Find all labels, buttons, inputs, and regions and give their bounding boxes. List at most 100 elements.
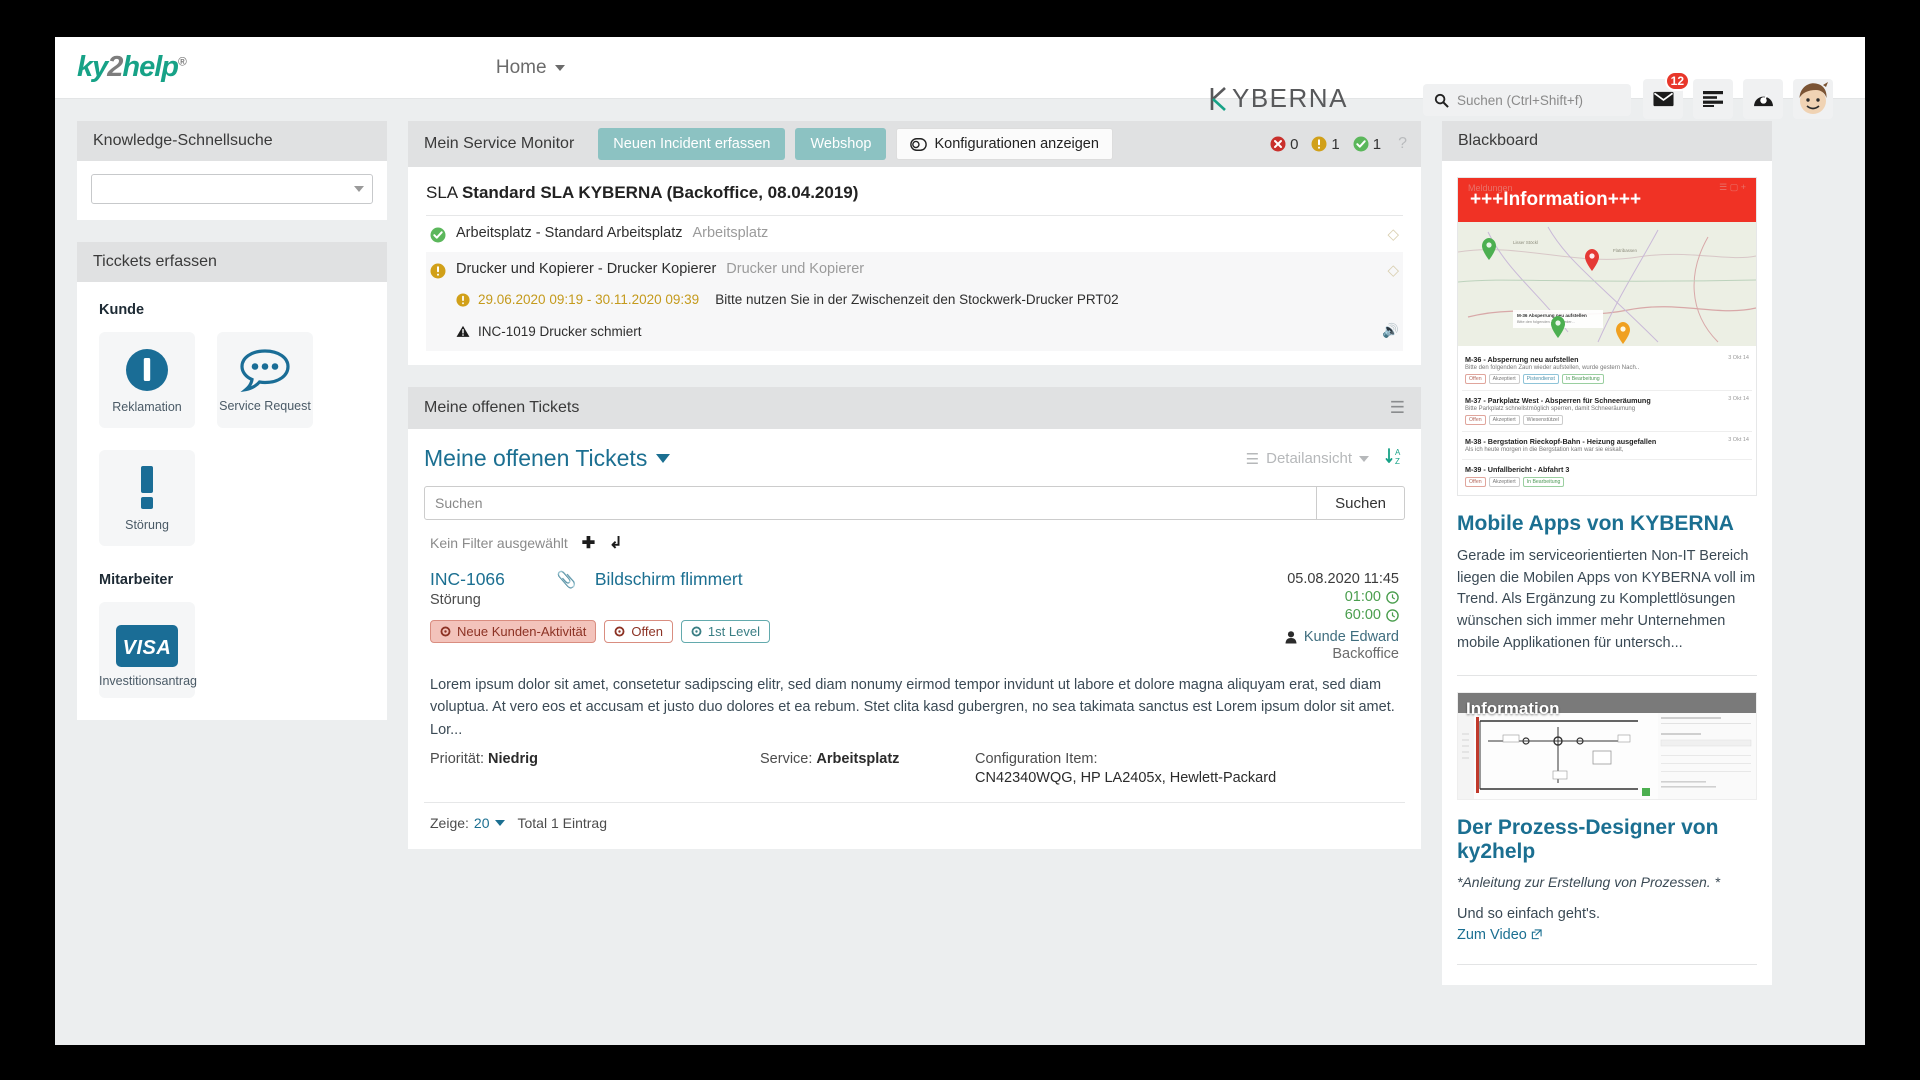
svg-text:M-36 Absperrung neu aufstellen: M-36 Absperrung neu aufstellen (1517, 313, 1587, 318)
dashboard-button[interactable] (1743, 79, 1783, 119)
counter-error[interactable]: 0 (1270, 136, 1298, 153)
detail-view-selector[interactable]: ☰ Detailansicht (1246, 450, 1369, 468)
list-item-chip: Wiesenstützel (1522, 415, 1563, 425)
user-avatar[interactable] (1793, 79, 1833, 119)
list-item-chip: Pistendienst (1522, 374, 1559, 384)
knowledge-panel-header: Knowledge-Schnellsuche (77, 121, 387, 161)
nav-home[interactable]: Home (496, 57, 565, 79)
webshop-button[interactable]: Webshop (795, 128, 887, 160)
blackboard-post2-title[interactable]: Der Prozess-Designer von ky2help (1457, 816, 1757, 866)
list-options-icon[interactable]: ☰ (1390, 398, 1405, 418)
clock-icon (1386, 590, 1399, 604)
ticket-date: 05.08.2020 11:45 (1287, 571, 1399, 587)
sla-title: SLA Standard SLA KYBERNA (Backoffice, 08… (426, 183, 1403, 216)
group-label-kunde: Kunde (99, 302, 145, 318)
sort-az-icon: A Z (1385, 448, 1401, 466)
blackboard-post2-italic: *Anleitung zur Erstellung von Prozessen.… (1457, 874, 1721, 891)
ticket-main: INC-1066 📎 Bildschirm flimmert Störung N… (430, 569, 1149, 662)
tile-stoerung[interactable]: Störung (99, 450, 195, 546)
apply-filter-icon[interactable]: ↲ (609, 533, 622, 553)
list-item-subtitle: Als ich heute morgen in die Bergstation … (1465, 447, 1624, 453)
information-banner-text: +++Information+++ (1470, 189, 1642, 210)
list-item-chip: Akzeptiert (1488, 415, 1520, 425)
sla-subrow-incident[interactable]: INC-1019 Drucker schmiert 🔊 (430, 320, 1399, 342)
sla-name: Standard SLA KYBERNA (Backoffice, 08.04.… (461, 183, 859, 202)
blackboard-post1-title[interactable]: Mobile Apps von KYBERNA (1457, 512, 1757, 537)
tasklist-button[interactable] (1693, 79, 1733, 119)
svg-text:A: A (1395, 448, 1401, 457)
knowledge-search-select[interactable] (91, 174, 373, 204)
knowledge-panel-title: Knowledge-Schnellsuche (93, 132, 273, 149)
show-configurations-button[interactable]: Konfigurationen anzeigen (896, 128, 1113, 160)
show-configurations-label: Konfigurationen anzeigen (934, 136, 1099, 152)
chevron-down-icon[interactable] (494, 820, 505, 827)
counter-ok[interactable]: 1 (1353, 136, 1381, 153)
help-icon[interactable]: ? (1398, 135, 1407, 153)
blackboard-post1-body: Gerade im serviceorientierten Non-IT Ber… (1457, 547, 1756, 651)
blackboard-thumbnail-meldungen[interactable]: Meldungen ☰ ▢ + +++Information+++ M-36 A… (1457, 177, 1757, 496)
zum-video-link[interactable]: Zum Video (1457, 927, 1542, 943)
sla-subrow-date: 29.06.2020 09:19 - 30.11.2020 09:39 (478, 292, 700, 307)
svg-text:Bitte den folgenden Zaun wiede: Bitte den folgenden Zaun wieder... (1517, 320, 1575, 324)
ticket-headline: INC-1066 📎 Bildschirm flimmert (430, 569, 1149, 590)
ticket-row[interactable]: INC-1066 📎 Bildschirm flimmert Störung N… (424, 563, 1405, 662)
tile-row-kunde-1: Reklamation Service Request (99, 332, 365, 428)
person-icon (1285, 630, 1297, 643)
ticket-field-priority-label: Priorität: (430, 751, 484, 768)
sla-body: SLA Standard SLA KYBERNA (Backoffice, 08… (408, 167, 1421, 365)
sla-prefix: SLA (426, 183, 458, 202)
mail-button[interactable]: 12 (1643, 71, 1690, 119)
status-counters: 0 1 1 ? (1270, 135, 1407, 153)
sla-row-arbeitsplatz[interactable]: Arbeitsplatz - Standard Arbeitsplatz Arb… (426, 216, 1403, 252)
warning-icon (1311, 136, 1327, 152)
divider (1457, 674, 1757, 676)
sla-subrow-info: Bitte nutzen Sie in der Zwischenzeit den… (715, 292, 1119, 307)
ky2help-logo[interactable]: ky2help® (77, 51, 187, 84)
chevron-down-icon (656, 454, 671, 463)
gear-icon (691, 626, 702, 637)
tile-investitionsantrag[interactable]: VISA Investitionsantrag (99, 602, 197, 698)
list-item-title: M-36 - Absperrung neu aufstellen (1465, 355, 1579, 364)
tickets-search-input[interactable] (424, 486, 1318, 520)
tickets-list-selector[interactable]: Meine offenen Tickets (424, 445, 671, 472)
warning-icon (430, 263, 446, 279)
tickets-panel-body: Meine offenen Tickets ☰ Detailansicht A … (408, 429, 1421, 850)
blackboard-post2-body: Und so einfach geht's. (1457, 906, 1601, 923)
ticket-chip-status[interactable]: Offen (604, 620, 673, 643)
ticket-person: Kunde Edward (1149, 629, 1399, 645)
left-sidebar: Knowledge-Schnellsuche Ticckets erfassen… (77, 121, 387, 720)
tickets-search-button[interactable]: Suchen (1317, 486, 1405, 520)
new-incident-button[interactable]: Neuen Incident erfassen (598, 128, 786, 160)
sla-row-muted: Arbeitsplatz (692, 225, 769, 241)
app-window: ky2help® Home YBERNA Suchen (Ctrl+Shift+… (55, 37, 1865, 1045)
sla-row-drucker[interactable]: Drucker und Kopierer - Drucker Kopierer … (426, 252, 1403, 351)
tile-service-request[interactable]: Service Request (217, 332, 313, 428)
global-search[interactable]: Suchen (Ctrl+Shift+f) (1423, 84, 1631, 116)
ticket-resolution-time-value: 60:00 (1344, 607, 1381, 623)
nav-home-label: Home (495, 56, 547, 78)
ticket-subject[interactable]: Bildschirm flimmert (595, 569, 743, 590)
tickets-panel-header: Meine offenen Tickets ☰ (408, 387, 1421, 429)
add-filter-icon[interactable]: ✚ (582, 533, 595, 553)
ticket-chip-activity[interactable]: Neue Kunden-Aktivität (430, 620, 597, 643)
list-item: M-39 - Unfallbericht - Abfahrt 3 Offen A… (1462, 460, 1752, 493)
zum-video-link-label: Zum Video (1457, 926, 1527, 943)
thumbnail-ghost-icons: ☰ ▢ + (1719, 182, 1746, 192)
tile-row-mitarbeiter: VISA Investitionsantrag (99, 602, 365, 698)
external-link-icon (1531, 929, 1542, 940)
counter-warning[interactable]: 1 (1311, 136, 1340, 153)
svg-text:Lisser Stöckl: Lisser Stöckl (1513, 240, 1538, 245)
speaker-icon[interactable]: 🔊 (1382, 323, 1399, 339)
list-item-date: 3 Okt 14 (1728, 396, 1749, 402)
ticket-id[interactable]: INC-1066 (430, 569, 505, 590)
ticket-chip-level[interactable]: 1st Level (680, 620, 770, 643)
blackboard-panel: Blackboard Meldungen ☰ ▢ + +++Informatio… (1442, 121, 1772, 985)
sort-button[interactable]: A Z (1385, 446, 1405, 471)
blackboard-thumbnail-prozessdesigner[interactable]: Information (1457, 691, 1757, 800)
map-thumbnail: M-36 Absperrung neu aufstellen Bitte den… (1458, 222, 1756, 346)
list-item-subtitle: Bitte den folgenden Zaun wieder aufstell… (1465, 365, 1640, 371)
gear-icon (440, 626, 451, 637)
tile-reklamation[interactable]: Reklamation (99, 332, 195, 428)
tickets-page-size[interactable]: 20 (474, 815, 490, 831)
list-item-chip: Akzeptiert (1488, 477, 1520, 487)
